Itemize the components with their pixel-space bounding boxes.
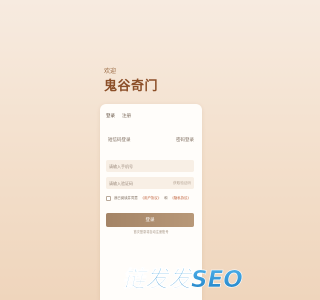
- login-mode-switch: 短信码登录 密码登录: [108, 138, 194, 144]
- brand-watermark-logo: 链发发SEO: [122, 267, 243, 293]
- code-field[interactable]: 获取验证码: [106, 177, 194, 189]
- tab-login[interactable]: 登录: [106, 114, 115, 120]
- sms-login-option[interactable]: 短信码登录: [108, 138, 131, 144]
- phone-input[interactable]: [109, 163, 191, 169]
- code-input[interactable]: [109, 180, 167, 186]
- auth-tabs: 登录 注册: [106, 114, 131, 120]
- agree-checkbox[interactable]: [106, 196, 111, 201]
- login-button[interactable]: 登录: [106, 213, 194, 227]
- privacy-policy-link[interactable]: 《隐私协议》: [170, 196, 190, 201]
- agree-prefix-text: 我已阅读并同意: [114, 196, 138, 200]
- phone-field[interactable]: [106, 160, 194, 172]
- auto-register-note: 首次登录将自动注册账号: [133, 230, 169, 234]
- user-agreement-link[interactable]: 《用户协议》: [141, 196, 161, 201]
- password-login-option[interactable]: 密码登录: [176, 138, 194, 144]
- app-title: 鬼谷奇门: [104, 79, 159, 94]
- tab-register[interactable]: 注册: [122, 114, 131, 120]
- agree-and-text: 和: [164, 196, 168, 200]
- get-code-button[interactable]: 获取验证码: [173, 181, 191, 186]
- agreement-row: 我已阅读并同意 《用户协议》 和 《隐私协议》: [106, 196, 198, 201]
- brand-watermark-text: 链发发SEO: [122, 267, 243, 293]
- welcome-text: 欢迎: [104, 68, 117, 75]
